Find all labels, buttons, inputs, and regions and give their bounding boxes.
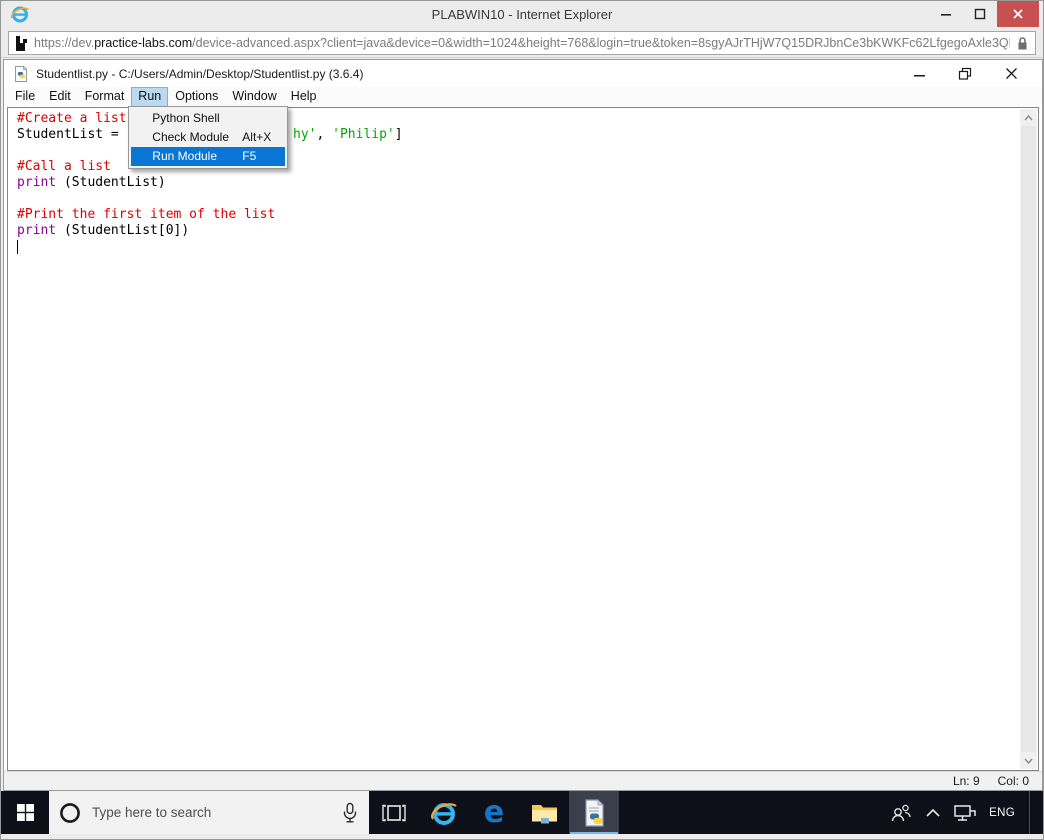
- code-line: print (StudentList): [17, 175, 166, 190]
- file-explorer-icon: [531, 802, 558, 824]
- text-caret: [17, 240, 18, 254]
- idle-menubar: File Edit Format Run Python Shell Check Modul…: [4, 87, 1042, 169]
- menu-item-run-module[interactable]: Run Module F5: [131, 147, 286, 166]
- url-text: https://dev.practice-labs.com/device-adv…: [34, 36, 1010, 50]
- taskbar-internet-explorer-button[interactable]: [419, 791, 469, 834]
- site-favicon-icon: [15, 35, 28, 51]
- code-line: #Print the first item of the list: [17, 207, 276, 222]
- start-button[interactable]: [1, 791, 49, 834]
- idle-window-title: Studentlist.py - C:/Users/Admin/Desktop/…: [36, 66, 364, 81]
- internet-explorer-window: PLABWIN10 - Internet Explorer https://de…: [0, 0, 1044, 840]
- ie-titlebar: PLABWIN10 - Internet Explorer: [1, 1, 1043, 28]
- frame-bottom-strip: [1, 834, 1043, 839]
- close-button[interactable]: [997, 1, 1039, 27]
- windows-start-icon: [16, 804, 34, 821]
- menu-run[interactable]: Run Python Shell Check Module Alt+X Run Modu…: [128, 87, 289, 169]
- menu-format[interactable]: Format: [78, 87, 132, 107]
- menu-file[interactable]: File: [8, 87, 42, 107]
- scrollbar-thumb[interactable]: [1021, 126, 1036, 752]
- microphone-icon[interactable]: [342, 802, 358, 824]
- menu-help[interactable]: Help: [284, 87, 324, 107]
- language-indicator[interactable]: ENG: [989, 807, 1015, 819]
- taskbar-tray: ENG: [889, 791, 1043, 834]
- ie-address-bar: https://dev.practice-labs.com/device-adv…: [1, 28, 1043, 58]
- menu-edit[interactable]: Edit: [42, 87, 78, 107]
- edge-icon: e: [483, 794, 505, 830]
- python-file-icon: [13, 65, 29, 82]
- taskbar-edge-button[interactable]: e: [469, 791, 519, 834]
- idle-window: Studentlist.py - C:/Users/Admin/Desktop/…: [3, 59, 1043, 791]
- network-icon[interactable]: [953, 803, 977, 823]
- taskbar-python-file-button[interactable]: [569, 791, 619, 834]
- people-icon[interactable]: [889, 803, 913, 823]
- maximize-button[interactable]: [965, 1, 995, 27]
- task-view-button[interactable]: [369, 791, 419, 834]
- run-menu-dropdown: Python Shell Check Module Alt+X Run Module F…: [128, 106, 289, 169]
- search-placeholder: Type here to search: [92, 805, 212, 820]
- scroll-up-icon[interactable]: [1020, 109, 1037, 126]
- chevron-up-icon[interactable]: [925, 808, 941, 818]
- show-desktop-button[interactable]: [1029, 791, 1033, 834]
- remote-desktop: Studentlist.py - C:/Users/Admin/Desktop/…: [1, 58, 1043, 839]
- menu-item-check-module[interactable]: Check Module Alt+X: [131, 128, 285, 147]
- status-line: Ln: 9: [952, 774, 980, 788]
- taskbar-file-explorer-button[interactable]: [519, 791, 569, 834]
- idle-restore-button[interactable]: [942, 60, 988, 87]
- idle-minimize-button[interactable]: [896, 60, 942, 87]
- search-input[interactable]: Type here to search: [49, 791, 369, 834]
- code-editor[interactable]: #Create a list StudentList = hy', 'Philip…: [7, 107, 1039, 771]
- url-input[interactable]: https://dev.practice-labs.com/device-adv…: [8, 31, 1036, 55]
- menu-window[interactable]: Window: [225, 87, 283, 107]
- vertical-scrollbar[interactable]: [1020, 109, 1037, 769]
- cortana-circle-icon: [58, 801, 82, 825]
- taskbar: Type here to search e ENG: [1, 791, 1043, 834]
- menu-options[interactable]: Options: [168, 87, 225, 107]
- code-line: print (StudentList[0]): [17, 223, 190, 238]
- code-line: [17, 239, 1016, 255]
- idle-statusbar: Ln: 9 Col: 0: [4, 771, 1042, 790]
- scroll-down-icon[interactable]: [1020, 752, 1037, 769]
- task-view-icon: [382, 803, 406, 823]
- idle-titlebar: Studentlist.py - C:/Users/Admin/Desktop/…: [4, 60, 1042, 87]
- idle-close-button[interactable]: [988, 60, 1034, 87]
- menu-item-python-shell[interactable]: Python Shell: [131, 109, 285, 128]
- code-area: #Create a list StudentList = hy', 'Philip…: [17, 111, 1016, 768]
- minimize-button[interactable]: [931, 1, 961, 27]
- window-title: PLABWIN10 - Internet Explorer: [431, 7, 613, 22]
- internet-explorer-icon: [430, 799, 458, 827]
- python-file-taskbar-icon: [582, 798, 606, 827]
- code-line-visible-tail: hy', 'Philip']: [293, 127, 403, 142]
- lock-icon: [1016, 35, 1029, 51]
- status-col: Col: 0: [997, 774, 1029, 788]
